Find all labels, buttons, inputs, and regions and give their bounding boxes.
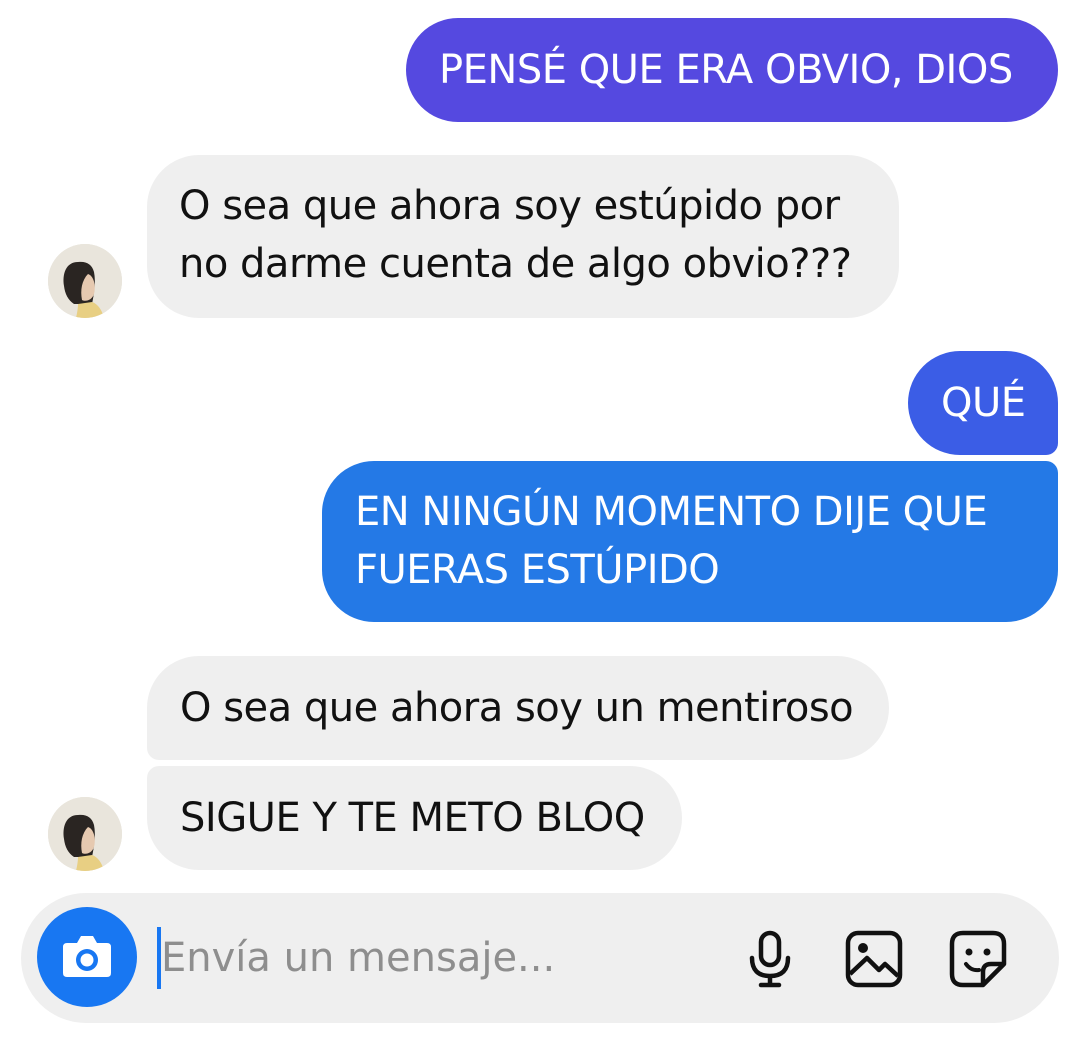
profile-photo bbox=[48, 797, 122, 871]
contact-avatar[interactable] bbox=[48, 797, 122, 871]
image-icon bbox=[845, 930, 903, 988]
microphone-icon bbox=[749, 930, 791, 988]
message-text: SIGUE Y TE METO BLOQ bbox=[180, 795, 645, 841]
message-input[interactable] bbox=[161, 927, 721, 989]
sticker-icon bbox=[949, 930, 1007, 988]
camera-icon bbox=[63, 936, 111, 977]
profile-photo bbox=[48, 244, 122, 318]
sticker-button[interactable] bbox=[947, 928, 1009, 990]
outgoing-message[interactable]: QUÉ bbox=[908, 351, 1058, 455]
incoming-message[interactable]: O sea que ahora soy un mentiroso bbox=[147, 656, 889, 760]
message-text: O sea que ahora soy un mentiroso bbox=[180, 685, 854, 731]
contact-avatar[interactable] bbox=[48, 244, 122, 318]
incoming-message[interactable]: SIGUE Y TE METO BLOQ bbox=[147, 766, 682, 870]
message-text: PENSÉ QUE ERA OBVIO, DIOS bbox=[439, 47, 1013, 93]
message-text: O sea que ahora soy estúpido por no darm… bbox=[179, 183, 852, 287]
message-composer bbox=[21, 893, 1059, 1023]
message-text: EN NINGÚN MOMENTO DIJE QUE FUERAS ESTÚPI… bbox=[355, 489, 988, 593]
outgoing-message[interactable]: PENSÉ QUE ERA OBVIO, DIOS bbox=[406, 18, 1058, 122]
gallery-button[interactable] bbox=[843, 928, 905, 990]
camera-button[interactable] bbox=[37, 907, 137, 1007]
message-text: QUÉ bbox=[941, 380, 1026, 426]
voice-message-button[interactable] bbox=[739, 928, 801, 990]
outgoing-message[interactable]: EN NINGÚN MOMENTO DIJE QUE FUERAS ESTÚPI… bbox=[322, 461, 1058, 622]
incoming-message[interactable]: O sea que ahora soy estúpido por no darm… bbox=[147, 155, 899, 318]
